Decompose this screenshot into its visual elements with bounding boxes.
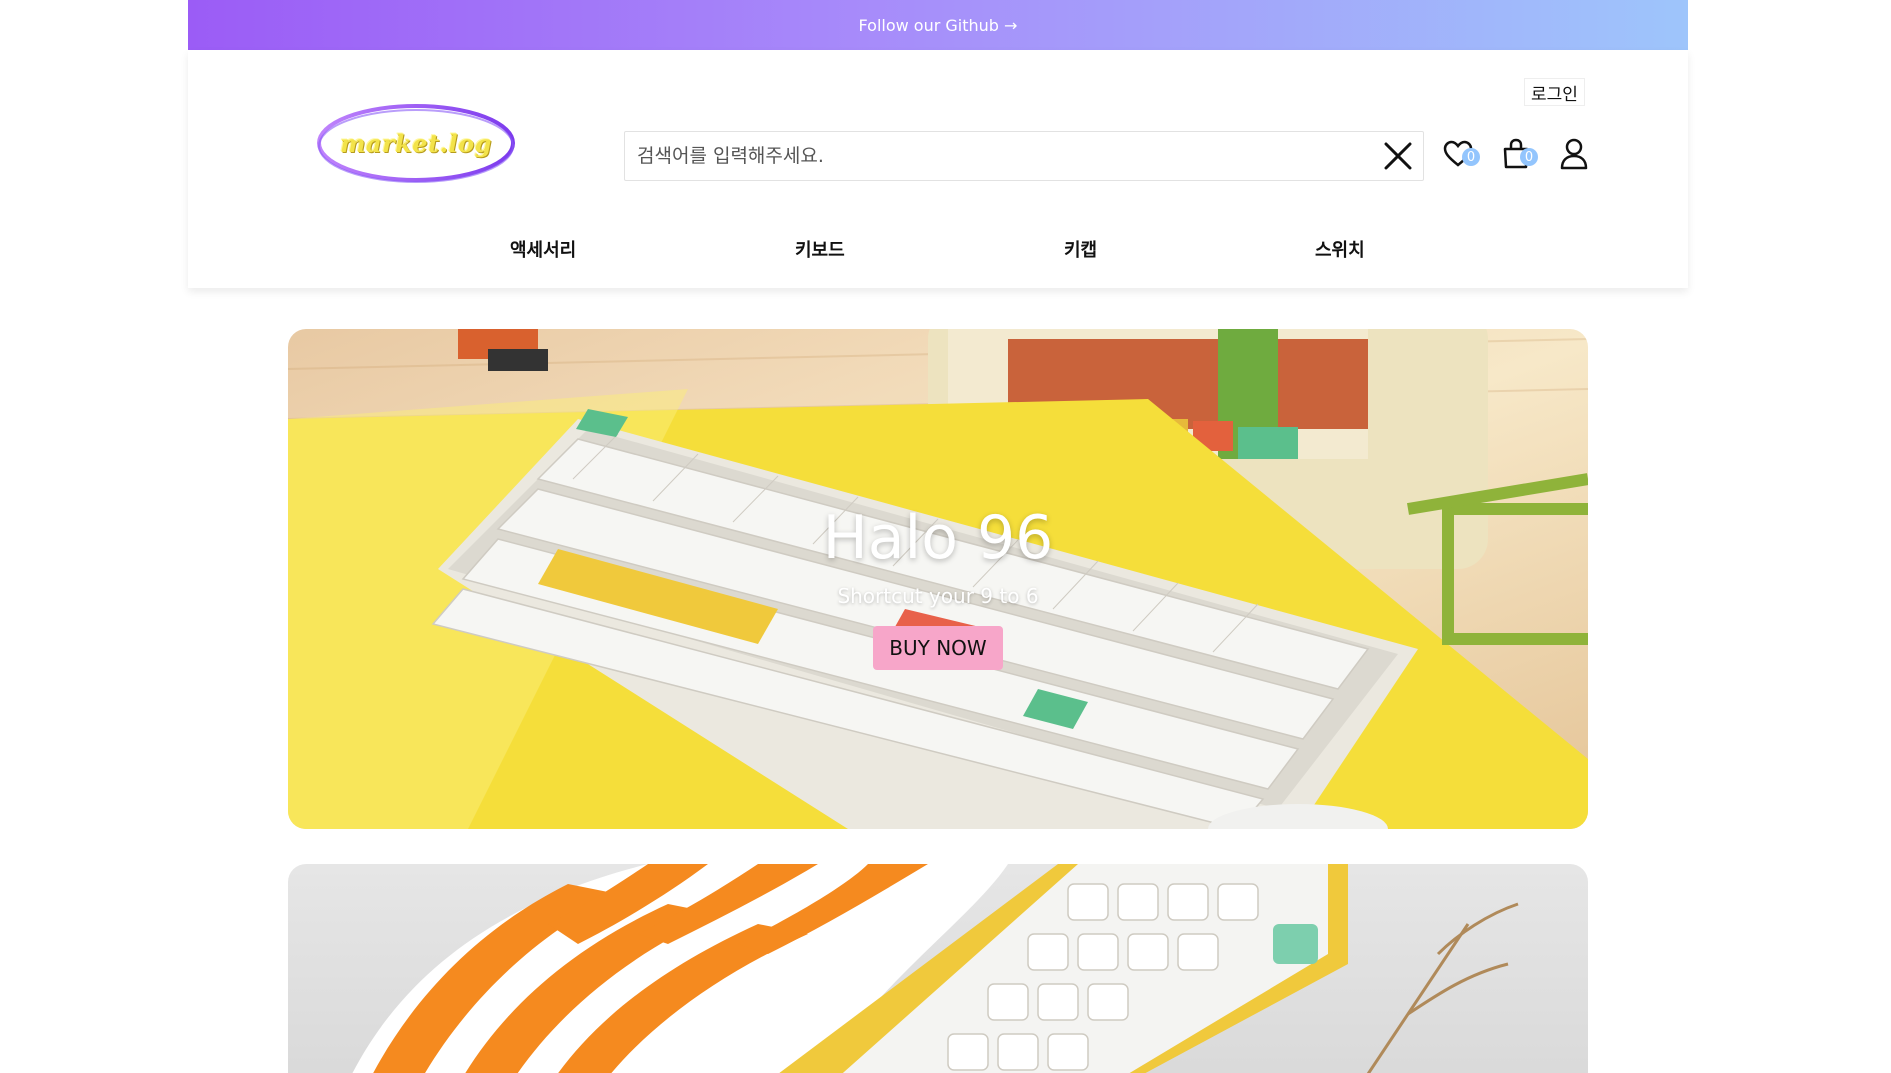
wishlist-count-badge: 0 — [1462, 148, 1480, 166]
hero-title: Halo 96 — [822, 503, 1054, 573]
login-button[interactable]: 로그인 — [1524, 78, 1585, 106]
cart-button[interactable]: 0 — [1496, 136, 1538, 176]
user-icon — [1560, 138, 1588, 174]
logo[interactable]: market.log — [316, 102, 516, 184]
nav-item-keycaps[interactable]: 키캡 — [1064, 236, 1097, 262]
github-link[interactable]: Follow our Github → — [859, 16, 1018, 35]
hero-banner[interactable]: Halo 96 Shortcut your 9 to 6 BUY NOW — [288, 329, 1588, 829]
account-button[interactable] — [1554, 136, 1594, 176]
wishlist-button[interactable]: 0 — [1438, 136, 1480, 176]
nav-item-switches[interactable]: 스위치 — [1315, 236, 1365, 262]
secondary-banner-image — [352, 864, 1519, 1073]
cart-count-badge: 0 — [1520, 148, 1538, 166]
site-header: market.log 로그인 0 0 액세서리 — [188, 50, 1688, 288]
category-nav: 액세서리 키보드 키캡 스위치 — [188, 230, 1688, 270]
search-bar — [624, 131, 1424, 181]
page: Follow our Github → market.log 로그인 검색어를 … — [0, 0, 1891, 1073]
nav-item-keyboards[interactable]: 키보드 — [795, 236, 845, 262]
close-icon[interactable] — [1373, 131, 1423, 181]
secondary-banner[interactable] — [288, 864, 1588, 1073]
nav-item-accessories[interactable]: 액세서리 — [510, 236, 576, 262]
logo-text: market.log — [340, 128, 492, 158]
hero-content: Halo 96 Shortcut your 9 to 6 BUY NOW — [288, 329, 1588, 829]
promo-banner: Follow our Github → — [188, 0, 1688, 50]
search-input[interactable] — [625, 132, 1373, 180]
hero-subtitle: Shortcut your 9 to 6 — [837, 584, 1039, 608]
buy-now-button[interactable]: BUY NOW — [873, 626, 1003, 670]
